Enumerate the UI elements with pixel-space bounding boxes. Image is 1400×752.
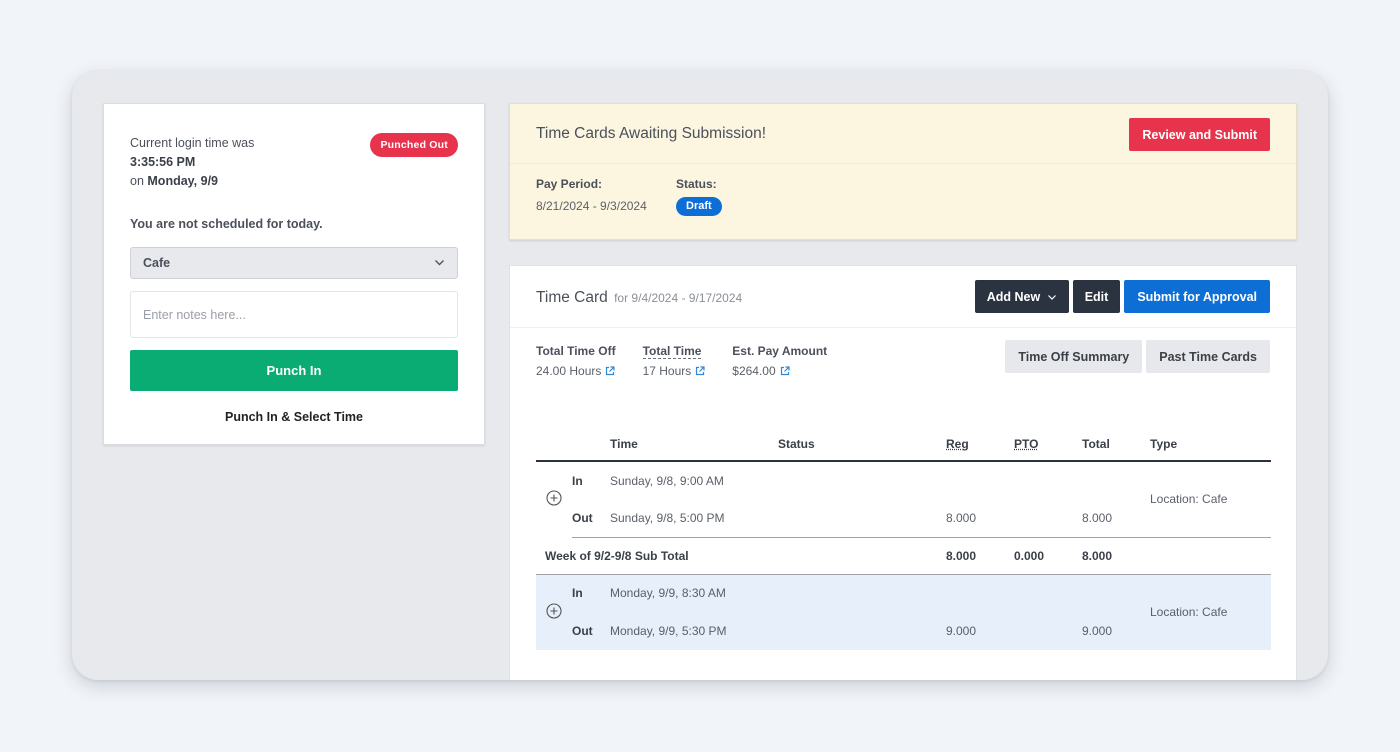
table-row: In Sunday, 9/8, 9:00 AM Location: Cafe <box>536 461 1271 538</box>
entry-status <box>778 574 946 612</box>
in-time: Monday, 9/9, 8:30 AM <box>610 574 778 612</box>
submit-for-approval-button[interactable]: Submit for Approval <box>1124 280 1270 313</box>
schedule-note: You are not scheduled for today. <box>130 217 323 231</box>
entry-total: 8.000 <box>1082 499 1150 538</box>
punch-panel: Current login time was 3:35:56 PM on Mon… <box>103 103 485 445</box>
punch-status-badge: Punched Out <box>370 133 458 157</box>
pay-period-value: 8/21/2024 - 9/3/2024 <box>536 199 647 213</box>
time-card-range: for 9/4/2024 - 9/17/2024 <box>614 291 743 305</box>
time-card-secondary-actions: Time Off Summary Past Time Cards <box>1005 340 1270 373</box>
login-info: Current login time was 3:35:56 PM on Mon… <box>130 134 254 191</box>
summary-est-pay: Est. Pay Amount $264.00 <box>732 342 827 378</box>
out-label: Out <box>572 499 610 538</box>
time-card-panel: Time Card for 9/4/2024 - 9/17/2024 Add N… <box>509 265 1297 680</box>
time-card-title-text: Time Card <box>536 289 608 306</box>
time-off-summary-button[interactable]: Time Off Summary <box>1005 340 1143 373</box>
out-time: Monday, 9/9, 5:30 PM <box>610 612 778 650</box>
entry-type: Location: Cafe <box>1150 574 1271 650</box>
punch-in-select-time-link[interactable]: Punch In & Select Time <box>130 410 458 424</box>
column-header-time: Time <box>610 428 778 462</box>
subtotal-pto: 0.000 <box>1014 537 1082 575</box>
add-new-button[interactable]: Add New <box>974 280 1069 313</box>
column-header-reg: Reg <box>946 428 1014 462</box>
pay-period-label: Pay Period: <box>536 177 603 191</box>
summary-value: 17 Hours <box>642 364 692 378</box>
entry-pto <box>1014 499 1082 538</box>
table-header-row: Time Status Reg PTO Total Type <box>536 428 1271 462</box>
past-time-cards-button[interactable]: Past Time Cards <box>1146 340 1270 373</box>
expand-plus-icon[interactable] <box>546 490 562 506</box>
summary-value: 24.00 Hours <box>536 364 602 378</box>
expand-cell <box>536 461 572 537</box>
location-select[interactable]: Cafe <box>130 247 458 279</box>
entry-reg: 8.000 <box>946 499 1014 538</box>
subtotal-label: Week of 9/2-9/8 Sub Total <box>536 537 946 575</box>
edit-button[interactable]: Edit <box>1072 280 1121 313</box>
summary-value: $264.00 <box>732 364 776 378</box>
expand-cell <box>536 574 572 650</box>
summary-label: Total Time <box>642 344 702 359</box>
status-badge: Draft <box>676 197 722 216</box>
in-label: In <box>572 574 610 612</box>
summary-label: Est. Pay Amount <box>732 344 828 358</box>
external-link-icon[interactable] <box>605 365 615 376</box>
awaiting-title: Time Cards Awaiting Submission! <box>536 125 767 142</box>
status-label: Status: <box>676 177 717 191</box>
add-new-label: Add New <box>986 289 1041 304</box>
app-window: Current login time was 3:35:56 PM on Mon… <box>72 71 1328 680</box>
login-day: Monday, 9/9 <box>147 174 219 188</box>
time-card-summary: Total Time Off 24.00 Hours Total Time 17… <box>536 342 827 378</box>
awaiting-header: Time Cards Awaiting Submission! Review a… <box>510 104 1296 164</box>
time-card-actions: Add New Edit Submit for Approval <box>974 280 1270 313</box>
entry-total: 9.000 <box>1082 612 1150 650</box>
column-header-type: Type <box>1150 428 1271 462</box>
awaiting-submission-banner: Time Cards Awaiting Submission! Review a… <box>509 103 1297 240</box>
entry-pto <box>1014 612 1082 650</box>
time-card-title: Time Card for 9/4/2024 - 9/17/2024 <box>536 289 742 307</box>
time-entries-table: Time Status Reg PTO Total Type In Sunday… <box>536 428 1271 650</box>
subtotal-total: 8.000 <box>1082 537 1150 575</box>
summary-total-time-off: Total Time Off 24.00 Hours <box>536 342 616 378</box>
login-time: 3:35:56 PM <box>130 155 196 169</box>
column-header-pto: PTO <box>1014 428 1082 462</box>
out-label: Out <box>572 612 610 650</box>
location-selected-value: Cafe <box>143 256 171 270</box>
punch-in-button[interactable]: Punch In <box>130 350 458 391</box>
in-label: In <box>572 473 583 488</box>
column-header-expand <box>536 428 572 462</box>
column-header-status: Status <box>778 428 946 462</box>
table-row: In Monday, 9/9, 8:30 AM Location: Cafe <box>536 574 1271 650</box>
subtotal-row: Week of 9/2-9/8 Sub Total 8.000 0.000 8.… <box>536 537 1271 575</box>
login-on-prefix: on <box>130 174 144 188</box>
notes-input[interactable] <box>130 291 458 338</box>
summary-total-time: Total Time 17 Hours <box>642 342 706 378</box>
entry-status <box>778 461 946 499</box>
time-card-header: Time Card for 9/4/2024 - 9/17/2024 Add N… <box>510 266 1296 328</box>
summary-label: Total Time Off <box>536 344 616 358</box>
column-header-io <box>572 428 610 462</box>
external-link-icon[interactable] <box>695 365 705 376</box>
in-time: Sunday, 9/8, 9:00 AM <box>610 473 724 488</box>
review-and-submit-button[interactable]: Review and Submit <box>1129 118 1270 151</box>
chevron-down-icon <box>434 248 445 289</box>
chevron-down-icon <box>1044 290 1057 304</box>
external-link-icon[interactable] <box>780 365 790 376</box>
out-time: Sunday, 9/8, 5:00 PM <box>610 499 778 538</box>
subtotal-reg: 8.000 <box>946 537 1014 575</box>
login-prefix: Current login time was <box>130 136 255 150</box>
entry-reg: 9.000 <box>946 612 1014 650</box>
entry-type: Location: Cafe <box>1150 461 1271 538</box>
expand-plus-icon[interactable] <box>546 603 562 619</box>
column-header-total: Total <box>1082 428 1150 462</box>
